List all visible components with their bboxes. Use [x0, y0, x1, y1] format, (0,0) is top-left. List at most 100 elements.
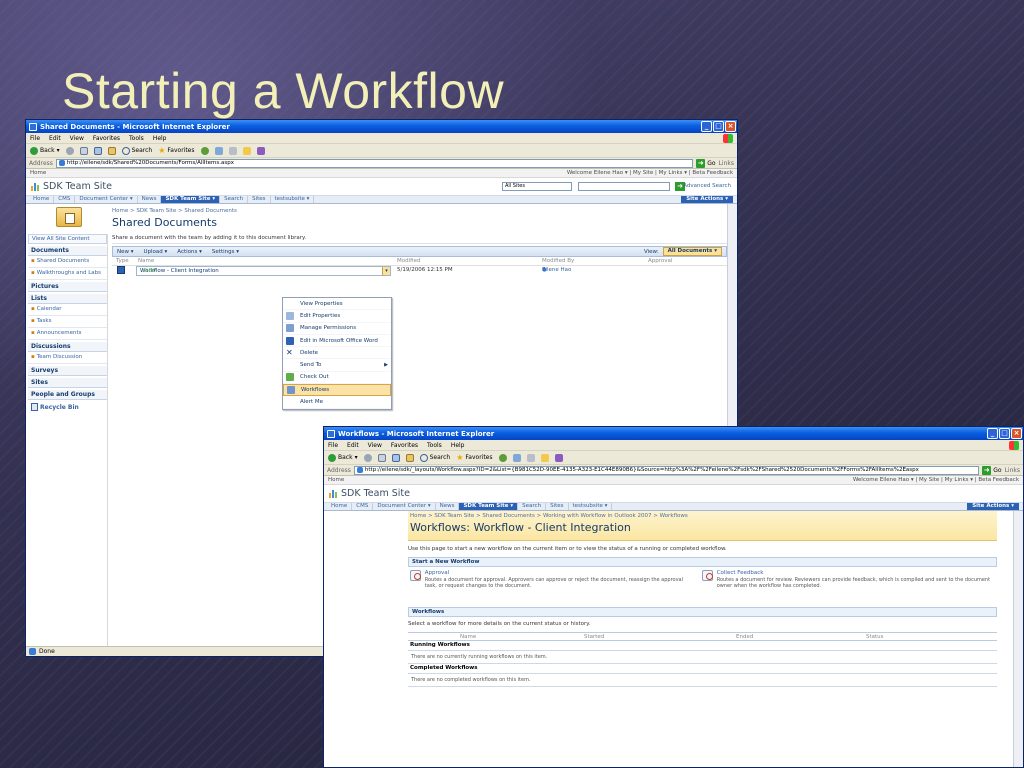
- view-select[interactable]: All Documents ▾: [662, 247, 722, 256]
- folder-icon[interactable]: [242, 146, 251, 155]
- mail-icon[interactable]: [214, 146, 223, 155]
- maximize-button[interactable]: □: [999, 428, 1010, 439]
- links-button[interactable]: Links: [1005, 467, 1023, 474]
- ql-item-shared-documents[interactable]: Shared Documents: [28, 256, 107, 268]
- back-button[interactable]: Back ▾: [328, 453, 358, 462]
- global-home-link[interactable]: Home: [328, 477, 344, 483]
- menu-edit[interactable]: Edit: [347, 442, 359, 449]
- vertical-scrollbar[interactable]: [1013, 511, 1023, 767]
- ql-item-walkthroughs[interactable]: Walkthroughs and Labs: [28, 268, 107, 280]
- col-started[interactable]: Started: [584, 633, 604, 641]
- menu-check-out[interactable]: Check Out: [283, 372, 391, 385]
- address-input[interactable]: http://eilene/sdk/Shared%20Documents/For…: [55, 158, 694, 168]
- new-menu[interactable]: New ▾: [117, 249, 134, 255]
- address-input[interactable]: http://eilene/sdk/_layouts/Workflow.aspx…: [353, 465, 980, 475]
- maximize-button[interactable]: □: [713, 121, 724, 132]
- ql-item-team-discussion[interactable]: Team Discussion: [28, 352, 107, 364]
- nav-cms[interactable]: CMS: [54, 196, 76, 203]
- nav-search[interactable]: Search: [220, 196, 249, 203]
- menu-workflows[interactable]: Workflows: [283, 384, 391, 397]
- ql-documents-heading[interactable]: Documents: [28, 246, 107, 256]
- settings-menu[interactable]: Settings ▾: [212, 249, 239, 255]
- back-button[interactable]: Back ▾: [30, 146, 60, 155]
- welcome-links[interactable]: Welcome Eilene Hao ▾ | My Site | My Link…: [567, 170, 733, 176]
- close-button[interactable]: ×: [725, 121, 736, 132]
- col-modified[interactable]: Modified: [397, 257, 420, 266]
- col-approval[interactable]: Approval: [648, 257, 672, 266]
- ql-item-tasks[interactable]: Tasks: [28, 316, 107, 328]
- nav-sdk-team-site[interactable]: SDK Team Site ▾: [459, 503, 519, 510]
- links-button[interactable]: Links: [719, 160, 737, 167]
- stop-icon[interactable]: [79, 146, 88, 155]
- history-icon[interactable]: [498, 453, 507, 462]
- collect-feedback-option[interactable]: Collect Feedback Routes a document for r…: [702, 570, 992, 589]
- menu-edit[interactable]: Edit: [49, 135, 61, 142]
- home-icon[interactable]: [107, 146, 116, 155]
- refresh-icon[interactable]: [391, 453, 400, 462]
- col-type[interactable]: Type: [116, 257, 129, 266]
- nav-cms[interactable]: CMS: [352, 503, 374, 510]
- upload-menu[interactable]: Upload ▾: [144, 249, 168, 255]
- site-actions-button[interactable]: Site Actions ▾: [967, 503, 1019, 510]
- ql-item-calendar[interactable]: Calendar: [28, 304, 107, 316]
- minimize-button[interactable]: _: [701, 121, 712, 132]
- nav-news[interactable]: News: [138, 196, 162, 203]
- folder-icon[interactable]: [540, 453, 549, 462]
- menu-help[interactable]: Help: [451, 442, 465, 449]
- menu-tools[interactable]: Tools: [129, 135, 144, 142]
- welcome-links[interactable]: Welcome Eilene Hao ▾ | My Site | My Link…: [853, 477, 1019, 483]
- nav-document-center[interactable]: Document Center ▾: [75, 196, 138, 203]
- nav-news[interactable]: News: [436, 503, 460, 510]
- go-button[interactable]: ➜ Go: [696, 158, 716, 168]
- ql-item-announcements[interactable]: Announcements: [28, 328, 107, 340]
- site-title[interactable]: SDK Team Site: [341, 488, 410, 499]
- view-all-site-content-link[interactable]: View All Site Content: [28, 234, 107, 244]
- chevron-down-icon[interactable]: ▾: [382, 267, 390, 275]
- breadcrumb[interactable]: Home > SDK Team Site > Shared Documents: [112, 208, 237, 214]
- ql-lists-heading[interactable]: Lists: [28, 294, 107, 304]
- ql-people-heading[interactable]: People and Groups: [28, 390, 107, 400]
- nav-sites[interactable]: Sites: [546, 503, 569, 510]
- search-scope-select[interactable]: All Sites: [502, 182, 572, 191]
- menu-send-to[interactable]: Send To ▶: [283, 359, 391, 372]
- messenger-icon[interactable]: [554, 453, 563, 462]
- nav-testsubsite[interactable]: testsubsite ▾: [569, 503, 613, 510]
- actions-menu[interactable]: Actions ▾: [177, 249, 202, 255]
- history-icon[interactable]: [200, 146, 209, 155]
- nav-home[interactable]: Home: [327, 503, 353, 510]
- search-button[interactable]: Search: [121, 146, 152, 155]
- print-icon[interactable]: [526, 453, 535, 462]
- collect-feedback-link[interactable]: Collect Feedback: [717, 570, 992, 577]
- menu-alert-me[interactable]: Alert Me: [283, 396, 391, 409]
- nav-document-center[interactable]: Document Center ▾: [373, 503, 436, 510]
- menu-favorites[interactable]: Favorites: [93, 135, 120, 142]
- menu-help[interactable]: Help: [153, 135, 167, 142]
- ql-sites-heading[interactable]: Sites: [28, 378, 107, 388]
- stop-icon[interactable]: [377, 453, 386, 462]
- forward-arrow-icon[interactable]: [65, 146, 74, 155]
- window-titlebar[interactable]: Shared Documents - Microsoft Internet Ex…: [26, 120, 737, 133]
- go-button[interactable]: ➜ Go: [982, 465, 1002, 475]
- messenger-icon[interactable]: [256, 146, 265, 155]
- close-button[interactable]: ×: [1011, 428, 1022, 439]
- favorites-button[interactable]: ★ Favorites: [158, 146, 194, 155]
- approval-link[interactable]: Approval: [425, 570, 692, 577]
- nav-search[interactable]: Search: [518, 503, 547, 510]
- recycle-bin-link[interactable]: Recycle Bin: [28, 403, 107, 411]
- col-modified-by[interactable]: Modified By: [542, 257, 574, 266]
- ql-pictures-heading[interactable]: Pictures: [28, 282, 107, 292]
- ql-surveys-heading[interactable]: Surveys: [28, 366, 107, 376]
- breadcrumb[interactable]: Home > SDK Team Site > Shared Documents …: [410, 513, 688, 519]
- nav-testsubsite[interactable]: testsubsite ▾: [271, 196, 315, 203]
- favorites-button[interactable]: ★ Favorites: [456, 453, 492, 462]
- forward-arrow-icon[interactable]: [363, 453, 372, 462]
- home-icon[interactable]: [405, 453, 414, 462]
- global-home-link[interactable]: Home: [30, 170, 46, 176]
- minimize-button[interactable]: _: [987, 428, 998, 439]
- menu-manage-permissions[interactable]: Manage Permissions: [283, 323, 391, 335]
- col-name[interactable]: Name: [138, 257, 154, 266]
- site-title[interactable]: SDK Team Site: [43, 181, 112, 192]
- search-input[interactable]: [578, 182, 670, 191]
- nav-home[interactable]: Home: [29, 196, 55, 203]
- col-status[interactable]: Status: [866, 633, 884, 641]
